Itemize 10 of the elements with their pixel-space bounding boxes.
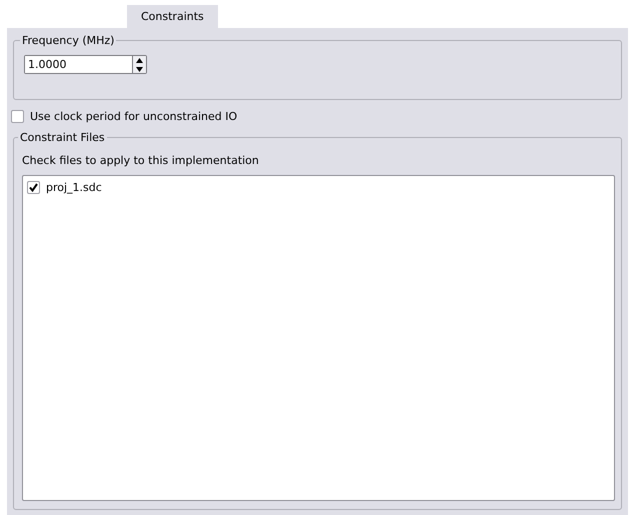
up-arrow-icon[interactable] — [133, 56, 146, 64]
spin-field[interactable]: 1.0000 — [24, 55, 147, 74]
tab[interactable]: Constraints — [127, 5, 218, 28]
group-title: Frequency (MHz) — [21, 34, 116, 47]
checkbox-label: Use clock period for unconstrained IO — [30, 110, 238, 123]
file-name: proj_1.sdc — [46, 181, 102, 194]
group-title: Constraint Files — [19, 131, 106, 144]
checkbox[interactable] — [27, 181, 40, 194]
instruction-text: Check files to apply to this implementation — [22, 154, 260, 167]
checkbox[interactable] — [11, 110, 24, 123]
